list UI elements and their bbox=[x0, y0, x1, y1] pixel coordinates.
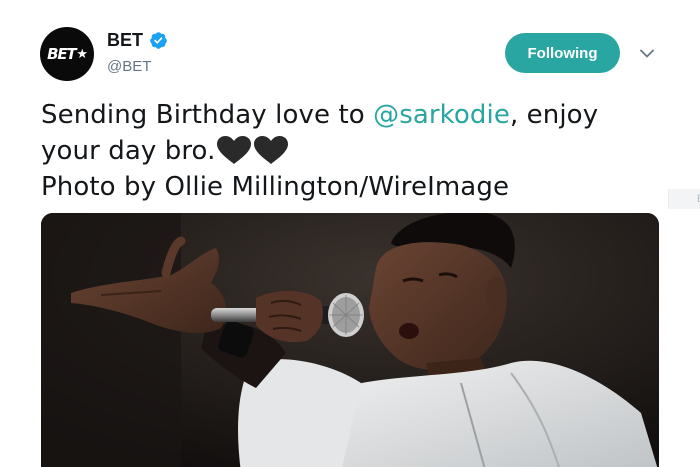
performer-photo bbox=[41, 213, 659, 467]
chevron-down-icon[interactable] bbox=[638, 46, 656, 60]
mention-link[interactable]: @sarkodie bbox=[373, 100, 510, 130]
display-name-text: BET bbox=[107, 30, 143, 50]
tweet-text: Sending Birthday love to @sarkodie, enjo… bbox=[41, 97, 641, 205]
following-button[interactable]: Following bbox=[505, 33, 620, 73]
verified-badge-icon bbox=[150, 32, 167, 49]
tweet-text-start: Sending Birthday love to bbox=[41, 100, 374, 130]
photo-credit: Photo by Ollie Millington/WireImage bbox=[41, 172, 510, 202]
black-heart-icon bbox=[217, 136, 252, 164]
black-heart-icon bbox=[254, 136, 289, 164]
avatar[interactable]: BET ★ bbox=[40, 27, 94, 81]
star-icon: ★ bbox=[76, 46, 88, 62]
tweet-photo[interactable] bbox=[41, 213, 659, 467]
side-tab[interactable]: E bbox=[668, 189, 700, 209]
display-name[interactable]: BET bbox=[107, 30, 168, 51]
author-handle[interactable]: @BET bbox=[107, 58, 151, 75]
bet-logo: BET ★ bbox=[47, 45, 88, 63]
bet-logo-text: BET bbox=[47, 45, 77, 63]
